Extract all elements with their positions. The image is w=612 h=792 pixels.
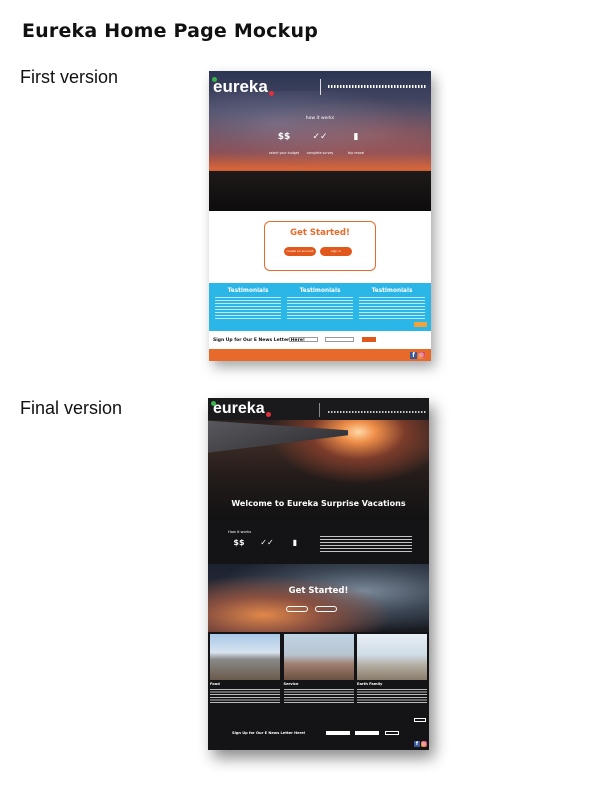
dollar-icon: $$ [277,132,291,142]
header-divider [320,79,321,95]
how-it-works-paragraph [320,536,412,554]
more-button[interactable] [414,718,426,722]
get-started-section: Get Started! [208,564,429,632]
steps-row: $$ select your budget ✓✓ complete survey… [267,131,373,155]
get-started-buttons [286,606,337,612]
first-version-label: First version [20,67,119,87]
steps-row: $$ ✓✓ ▮ [226,538,308,551]
eureka-logo[interactable]: eureka [211,400,271,418]
final-version-label: Final version [20,398,123,418]
final-version-mockup: eureka Welcome to Eureka Surprise Vacati… [208,398,429,750]
feature-heading: Earth Family [357,682,383,686]
sign-in-button[interactable] [286,606,308,612]
email-input[interactable] [355,731,379,735]
testimonial-heading: Testimonials [227,288,269,294]
mountain-photo [210,634,280,680]
facebook-icon[interactable]: f [410,352,417,359]
step-budget: $$ [226,538,252,551]
name-input[interactable] [289,337,318,342]
how-it-works-title: how it works [305,116,335,121]
first-version-mockup: eureka how it works $$ select your budge… [209,71,431,361]
step-reveal: ▮ [282,538,308,551]
family-photo [357,634,427,680]
testimonial-column: Testimonials [359,288,425,326]
feature-column: Service [283,682,354,703]
map-icon: ▮ [292,538,298,547]
name-input[interactable] [326,731,350,735]
how-it-works-section: How it works $$ ✓✓ ▮ [208,520,429,564]
dollar-icon: $$ [233,538,245,547]
red-dot-icon [268,91,274,96]
green-dot-icon [212,77,217,82]
welcome-heading: Welcome to Eureka Surprise Vacations [231,499,406,508]
photo-row [210,634,427,680]
social-links: f ◎ [410,352,425,359]
feature-heading: Service [283,682,299,686]
step-caption: complete survey [306,151,334,155]
red-dot-icon [265,412,271,417]
step-reveal: ▮ trip reveal [339,131,373,155]
testimonial-text [287,297,353,319]
eureka-logo[interactable]: eureka [212,77,274,97]
check-icon: ✓✓ [312,132,328,142]
nav-dots [328,411,426,413]
step-survey: ✓✓ [254,538,280,551]
feature-column: Earth Family [357,682,427,703]
email-input[interactable] [325,337,354,342]
get-started-heading: Get Started! [290,228,350,238]
submit-button[interactable] [362,337,376,342]
get-started-heading: Get Started! [288,586,349,596]
feature-heading: Food [210,682,220,686]
map-icon: ▮ [353,132,359,142]
create-account-button[interactable]: create an account [284,247,316,256]
header-divider [319,403,320,417]
feature-text [210,689,280,703]
testimonial-column: Testimonials [215,288,281,326]
nav-dots [328,85,427,88]
hero-road [209,171,431,211]
check-icon: ✓✓ [260,538,274,547]
feature-text [283,689,354,703]
instagram-icon[interactable]: ◎ [421,741,427,747]
get-started-buttons: create an account sign in [284,247,352,256]
city-photo [283,634,354,680]
step-survey: ✓✓ complete survey [303,131,337,155]
testimonial-text [359,297,425,319]
submit-button[interactable] [385,731,399,735]
green-dot-icon [211,401,216,406]
sign-in-button[interactable]: sign in [320,247,352,256]
social-links: f ◎ [414,741,427,747]
logo-text: eureka [213,400,265,417]
newsletter-bar: Sign Up for Our E News Letter Here! [208,729,429,737]
step-caption: select your budget [269,151,299,155]
testimonial-column: Testimonials [287,288,353,326]
testimonial-text [215,297,281,319]
instagram-icon[interactable]: ◎ [418,352,425,359]
testimonial-heading: Testimonials [371,288,413,294]
newsletter-label: Sign Up for Our E News Letter Here! [232,731,306,735]
step-caption: trip reveal [347,151,365,155]
logo-text: eureka [213,77,268,96]
feature-text [357,689,427,703]
feature-column: Food [210,682,280,703]
create-account-button[interactable] [315,606,337,612]
testimonial-heading: Testimonials [299,288,341,294]
footer [209,349,431,361]
get-started-box: Get Started! create an account sign in [264,221,376,271]
feature-columns: Food Service Earth Family [210,682,427,703]
more-button[interactable] [414,322,427,327]
newsletter-bar: Sign Up for Our E News Letter Here! [209,331,431,349]
how-it-works-title: How it works [228,530,252,534]
step-budget: $$ select your budget [267,131,301,155]
page-title: Eureka Home Page Mockup [22,20,319,42]
facebook-icon[interactable]: f [414,741,420,747]
testimonials-section: Testimonials Testimonials Testimonials [209,283,431,331]
